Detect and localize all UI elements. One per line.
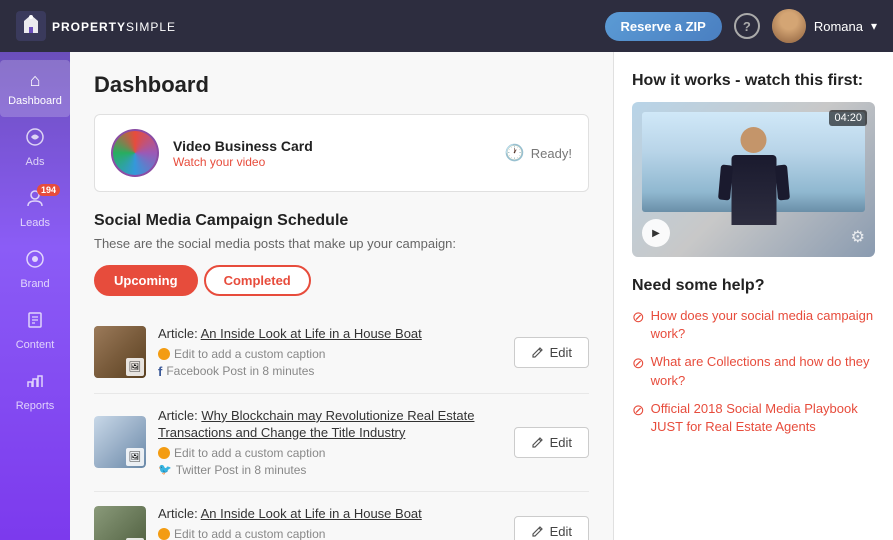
vbc-info: Video Business Card Watch your video — [173, 138, 313, 169]
video-settings-icon[interactable]: ⚙ — [851, 227, 865, 247]
sidebar-label-content: Content — [16, 339, 55, 351]
table-row: 🖼 Article: An Inside Look at Life in a H… — [94, 492, 589, 540]
post-link[interactable]: An Inside Look at Life in a House Boat — [201, 326, 422, 341]
tab-upcoming[interactable]: Upcoming — [94, 265, 198, 296]
edit-button[interactable]: Edit — [514, 516, 589, 540]
edit-button[interactable]: Edit — [514, 337, 589, 368]
brand-icon — [25, 249, 45, 274]
sidebar: ⌂ Dashboard Ads 194 Leads — [0, 52, 70, 540]
post-caption: Edit to add a custom caption — [158, 347, 502, 361]
vbc-status: 🕐 Ready! — [505, 143, 572, 163]
main-panel: Dashboard Video Business Card Watch your… — [70, 52, 613, 540]
edit-icon — [531, 346, 544, 359]
vbc-thumbnail — [111, 129, 159, 177]
post-thumbnail: 🖼 — [94, 506, 146, 540]
twitter-icon: 🐦 — [158, 463, 172, 476]
facebook-icon: f — [158, 364, 162, 379]
post-link[interactable]: An Inside Look at Life in a House Boat — [201, 506, 422, 521]
content-area: Dashboard Video Business Card Watch your… — [70, 52, 893, 540]
help-circle-icon: ⊘ — [632, 307, 645, 328]
vbc-left: Video Business Card Watch your video — [111, 129, 313, 177]
sidebar-item-dashboard[interactable]: ⌂ Dashboard — [0, 60, 70, 117]
clock-icon: 🕐 — [505, 143, 525, 163]
help-link-2[interactable]: ⊘ What are Collections and how do they w… — [632, 353, 875, 389]
sidebar-item-reports[interactable]: Reports — [0, 361, 70, 422]
post-title: Article: An Inside Look at Life in a Hou… — [158, 326, 502, 343]
home-icon: ⌂ — [30, 70, 41, 91]
campaign-subtitle: These are the social media posts that ma… — [94, 236, 589, 251]
post-title: Article: Why Blockchain may Revolutioniz… — [158, 408, 502, 442]
post-list: 🖼 Article: An Inside Look at Life in a H… — [94, 312, 589, 540]
sidebar-item-ads[interactable]: Ads — [0, 117, 70, 178]
sidebar-label-reports: Reports — [16, 400, 55, 412]
main-layout: ⌂ Dashboard Ads 194 Leads — [0, 52, 893, 540]
video-play-button[interactable]: ▶ — [642, 219, 670, 247]
post-info: Article: Why Blockchain may Revolutioniz… — [158, 408, 502, 477]
help-link-3[interactable]: ⊘ Official 2018 Social Media Playbook JU… — [632, 400, 875, 436]
post-thumbnail: 🖼 — [94, 416, 146, 468]
post-social: f Facebook Post in 8 minutes — [158, 364, 502, 379]
avatar — [772, 9, 806, 43]
sidebar-item-leads[interactable]: 194 Leads — [0, 178, 70, 239]
top-navigation: PROPERTYSIMPLE Reserve a ZIP ? Romana ▾ — [0, 0, 893, 52]
reports-icon — [25, 371, 45, 396]
warning-icon — [158, 528, 170, 540]
help-circle-icon: ⊘ — [632, 400, 645, 421]
help-circle-icon: ⊘ — [632, 353, 645, 374]
warning-icon — [158, 447, 170, 459]
nav-right: Reserve a ZIP ? Romana ▾ — [605, 9, 877, 43]
user-name: Romana — [814, 19, 863, 34]
chevron-down-icon: ▾ — [871, 19, 877, 33]
sidebar-label-leads: Leads — [20, 217, 50, 229]
help-button[interactable]: ? — [734, 13, 760, 39]
post-caption: Edit to add a custom caption — [158, 446, 502, 460]
ads-icon — [25, 127, 45, 152]
edit-icon — [531, 436, 544, 449]
logo[interactable]: PROPERTYSIMPLE — [16, 11, 176, 41]
leads-badge: 194 — [37, 184, 60, 196]
logo-text: PROPERTYSIMPLE — [52, 19, 176, 34]
vbc-watch-link[interactable]: Watch your video — [173, 155, 265, 169]
post-social: 🐦 Twitter Post in 8 minutes — [158, 463, 502, 477]
post-title: Article: An Inside Look at Life in a Hou… — [158, 506, 502, 523]
sidebar-label-ads: Ads — [26, 156, 45, 168]
video-thumbnail[interactable]: ▶ 04:20 ⚙ — [632, 102, 875, 257]
reserve-zip-button[interactable]: Reserve a ZIP — [605, 12, 722, 41]
video-duration: 04:20 — [829, 110, 867, 126]
sidebar-label-brand: Brand — [20, 278, 49, 290]
right-panel: How it works - watch this first: ▶ — [613, 52, 893, 540]
post-link[interactable]: Why Blockchain may Revolutionize Real Es… — [158, 408, 474, 440]
table-row: 🖼 Article: An Inside Look at Life in a H… — [94, 312, 589, 394]
page-title: Dashboard — [94, 72, 589, 98]
vbc-title: Video Business Card — [173, 138, 313, 154]
help-link-1[interactable]: ⊘ How does your social media campaign wo… — [632, 307, 875, 343]
post-caption: Edit to add a custom caption — [158, 527, 502, 540]
content-icon — [25, 310, 45, 335]
post-type-icon: 🖼 — [126, 358, 144, 376]
table-row: 🖼 Article: Why Blockchain may Revolution… — [94, 394, 589, 492]
sidebar-item-content[interactable]: Content — [0, 300, 70, 361]
sidebar-label-dashboard: Dashboard — [8, 95, 62, 107]
edit-button[interactable]: Edit — [514, 427, 589, 458]
user-menu[interactable]: Romana ▾ — [772, 9, 877, 43]
campaign-title: Social Media Campaign Schedule — [94, 212, 589, 230]
post-type-icon: 🖼 — [126, 448, 144, 466]
video-business-card: Video Business Card Watch your video 🕐 R… — [94, 114, 589, 192]
post-thumbnail: 🖼 — [94, 326, 146, 378]
how-works-title: How it works - watch this first: — [632, 72, 875, 90]
sidebar-item-brand[interactable]: Brand — [0, 239, 70, 300]
campaign-tabs: Upcoming Completed — [94, 265, 589, 296]
post-info: Article: An Inside Look at Life in a Hou… — [158, 326, 502, 379]
post-info: Article: An Inside Look at Life in a Hou… — [158, 506, 502, 540]
vbc-status-text: Ready! — [531, 146, 572, 161]
edit-icon — [531, 525, 544, 538]
need-help-title: Need some help? — [632, 277, 875, 295]
warning-icon — [158, 348, 170, 360]
tab-completed[interactable]: Completed — [204, 265, 311, 296]
